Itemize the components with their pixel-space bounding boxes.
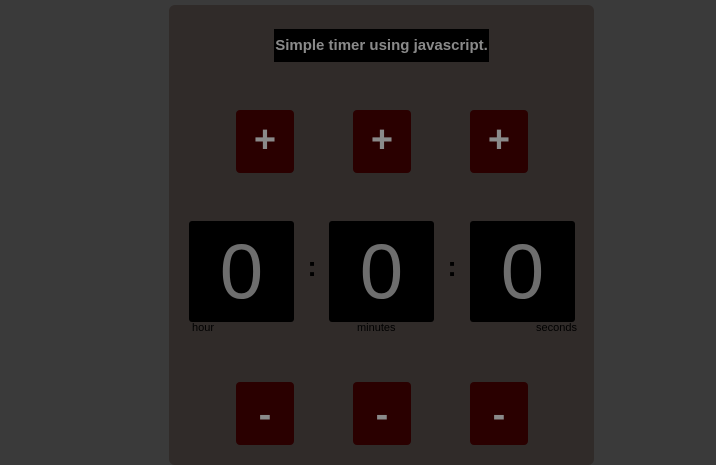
page-title: Simple timer using javascript.	[274, 29, 489, 62]
hours-minutes-separator: :	[307, 251, 317, 282]
plus-icon: +	[487, 119, 511, 161]
seconds-label: seconds	[536, 322, 577, 334]
minutes-display: 0	[329, 221, 434, 322]
minutes-increment-button[interactable]: +	[353, 110, 411, 173]
seconds-display: 0	[470, 221, 575, 322]
minus-icon: -	[492, 394, 506, 436]
seconds-decrement-button[interactable]: -	[470, 382, 528, 445]
minutes-seconds-separator: :	[447, 251, 457, 282]
hour-increment-button[interactable]: +	[236, 110, 294, 173]
minutes-decrement-button[interactable]: -	[353, 382, 411, 445]
hours-display: 0	[189, 221, 294, 322]
hour-decrement-button[interactable]: -	[236, 382, 294, 445]
hour-label: hour	[192, 322, 215, 334]
timer-panel: Simple timer using javascript. + + + 0 :…	[169, 5, 594, 465]
minus-icon: -	[375, 394, 389, 436]
minus-icon: -	[258, 394, 272, 436]
plus-icon: +	[370, 119, 394, 161]
plus-icon: +	[253, 119, 277, 161]
seconds-increment-button[interactable]: +	[470, 110, 528, 173]
minutes-label: minutes	[357, 322, 396, 334]
